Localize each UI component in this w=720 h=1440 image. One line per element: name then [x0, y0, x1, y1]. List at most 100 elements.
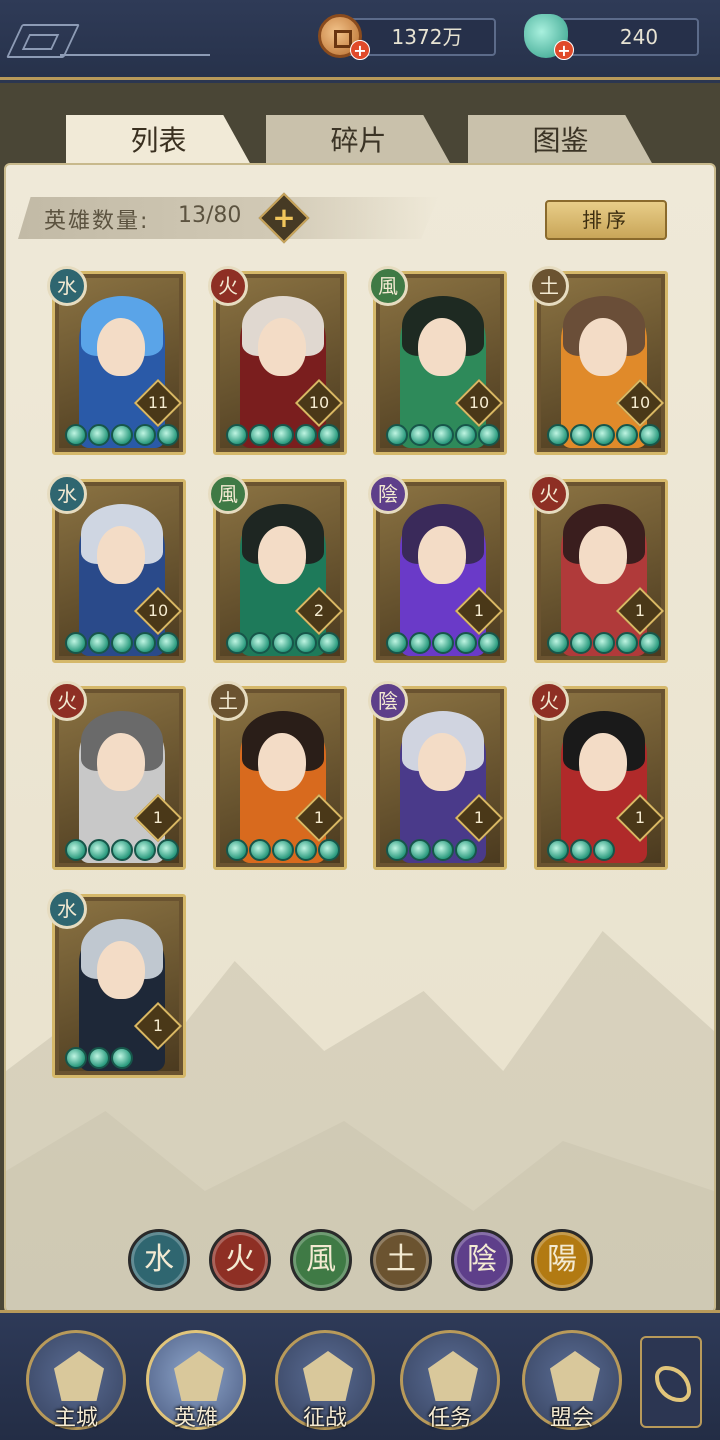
jade-star-icon	[157, 424, 179, 446]
hero-card[interactable]: 陰1	[368, 681, 507, 870]
star-rating	[226, 424, 340, 446]
jade-star-icon	[432, 839, 454, 861]
jade-star-icon	[547, 424, 569, 446]
hero-count-label: 英雄数量:	[44, 209, 150, 234]
earth-element-icon: 土	[529, 266, 569, 306]
jade-star-icon	[226, 424, 248, 446]
water-element-icon: 水	[47, 266, 87, 306]
tab-fragments[interactable]: 碎片	[266, 115, 451, 165]
water-element-icon: 水	[47, 474, 87, 514]
hero-face	[97, 941, 145, 999]
jade-star-icon	[639, 424, 661, 446]
jade-star-icon	[432, 424, 454, 446]
divider	[60, 54, 210, 56]
star-rating	[386, 839, 477, 861]
jade-star-icon	[409, 424, 431, 446]
hero-card[interactable]: 火1	[529, 474, 668, 663]
jade-star-icon	[409, 632, 431, 654]
level-value: 1	[473, 601, 485, 620]
hero-count-value: 13/80	[178, 203, 242, 228]
hero-card[interactable]: 土1	[208, 681, 347, 870]
level-value: 11	[147, 393, 169, 412]
jade-star-icon	[570, 632, 592, 654]
jade-star-icon	[318, 424, 340, 446]
wind-element-icon: 風	[368, 266, 408, 306]
jade-star-icon	[386, 424, 408, 446]
jade-star-icon	[386, 839, 408, 861]
add-jade-button[interactable]: +	[554, 40, 574, 60]
nav-campaign-label: 征战	[302, 1406, 347, 1431]
jade-star-icon	[272, 632, 294, 654]
level-value: 1	[634, 808, 646, 827]
filter-wind-button[interactable]: 風	[290, 1229, 352, 1291]
hero-card[interactable]: 陰1	[368, 474, 507, 663]
hero-card[interactable]: 水 10	[47, 474, 186, 663]
star-rating	[547, 839, 615, 861]
level-value: 2	[313, 601, 325, 620]
filter-earth-button[interactable]: 土	[370, 1229, 432, 1291]
hero-card[interactable]: 風2	[208, 474, 347, 663]
star-rating	[386, 424, 500, 446]
tab-codex[interactable]: 图鉴	[468, 115, 653, 165]
star-rating	[65, 424, 179, 446]
jade-star-icon	[570, 839, 592, 861]
level-value: 10	[308, 393, 330, 412]
hero-face	[579, 733, 627, 791]
menu-pattern-icon[interactable]	[6, 24, 80, 58]
earth-element-icon: 土	[208, 681, 248, 721]
star-rating	[65, 1047, 133, 1069]
jade-star-icon	[593, 632, 615, 654]
level-value: 1	[634, 601, 646, 620]
jade-star-icon	[65, 632, 87, 654]
jade-star-icon	[455, 839, 477, 861]
jade-star-icon	[455, 424, 477, 446]
sort-button[interactable]: 排序	[545, 200, 667, 240]
hero-face	[418, 318, 466, 376]
hero-card[interactable]: 火 10	[208, 266, 347, 455]
filter-yang-button[interactable]: 陽	[531, 1229, 593, 1291]
jade-star-icon	[157, 632, 179, 654]
jade-star-icon	[65, 839, 87, 861]
star-rating	[65, 839, 179, 861]
hero-face	[418, 733, 466, 791]
star-rating	[226, 839, 340, 861]
jade-star-icon	[409, 839, 431, 861]
fire-element-icon: 火	[529, 474, 569, 514]
jade-star-icon	[593, 839, 615, 861]
jade-star-icon	[318, 839, 340, 861]
hero-card[interactable]: 風 10	[368, 266, 507, 455]
jade-star-icon	[272, 424, 294, 446]
filter-fire-button[interactable]: 火	[209, 1229, 271, 1291]
filter-water-button[interactable]: 水	[128, 1229, 190, 1291]
tab-list[interactable]: 列表	[66, 115, 251, 165]
level-value: 10	[629, 393, 651, 412]
more-menu-button[interactable]	[640, 1336, 702, 1428]
level-value: 1	[152, 1016, 164, 1035]
hero-card[interactable]: 土 10	[529, 266, 668, 455]
jade-star-icon	[386, 632, 408, 654]
wind-element-icon: 風	[208, 474, 248, 514]
jade-star-icon	[616, 424, 638, 446]
yin-element-icon: 陰	[368, 474, 408, 514]
jade-star-icon	[249, 632, 271, 654]
hero-card[interactable]: 火1	[529, 681, 668, 870]
jade-star-icon	[639, 632, 661, 654]
nav-heroes-label: 英雄	[173, 1406, 218, 1431]
jade-star-icon	[616, 632, 638, 654]
hero-card[interactable]: 水 11	[47, 266, 186, 455]
hero-card[interactable]: 火1	[47, 681, 186, 870]
hero-count-bar: 英雄数量: 13/80	[18, 197, 438, 239]
hero-card[interactable]: 水1	[47, 889, 186, 1078]
jade-star-icon	[295, 839, 317, 861]
nav-main-city-label: 主城	[53, 1406, 98, 1431]
jade-star-icon	[111, 632, 133, 654]
jade-star-icon	[134, 839, 156, 861]
jade-star-icon	[88, 632, 110, 654]
jade-star-icon	[478, 632, 500, 654]
star-rating	[226, 632, 340, 654]
filter-yin-button[interactable]: 陰	[451, 1229, 513, 1291]
jade-star-icon	[111, 424, 133, 446]
star-rating	[386, 632, 500, 654]
star-rating	[547, 424, 661, 446]
add-coin-button[interactable]: +	[350, 40, 370, 60]
